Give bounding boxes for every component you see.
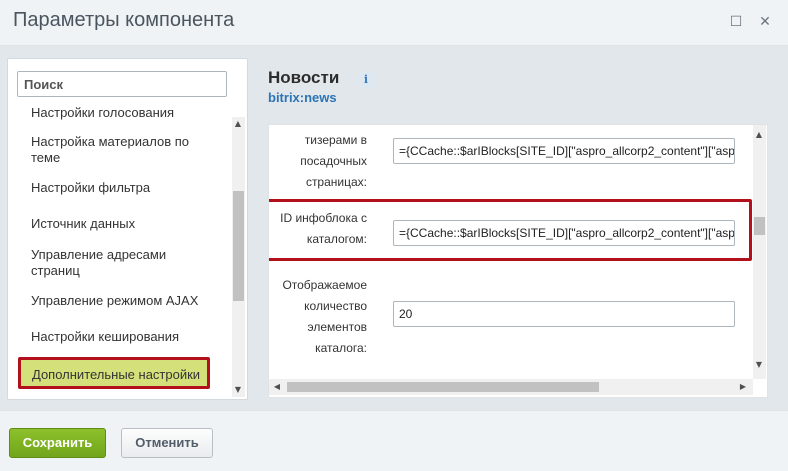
scroll-down-icon[interactable]: ▼: [232, 384, 244, 396]
sidebar-item-additional-settings[interactable]: Дополнительные настройки: [18, 357, 210, 389]
sidebar-scroll-thumb[interactable]: [233, 191, 244, 301]
close-icon[interactable]: ✕: [757, 14, 773, 30]
parameters-list: тизерами в посадочных страницах: ={CCach…: [268, 124, 768, 398]
params-scrollbar[interactable]: ▲ ▼: [753, 125, 766, 379]
scroll-up-icon[interactable]: ▲: [753, 129, 765, 141]
scroll-left-icon[interactable]: ◀: [271, 381, 283, 393]
params-horizontal-scrollbar[interactable]: ◀ ▶: [269, 379, 753, 395]
sidebar-item-related-materials[interactable]: Настройка материалов по теме: [31, 134, 211, 166]
component-title: Новости: [268, 68, 340, 87]
sidebar-item-caching[interactable]: Настройки кеширования: [31, 329, 211, 345]
param-label-catalog-iblock: ID инфоблока с каталогом:: [280, 211, 367, 246]
scroll-down-icon[interactable]: ▼: [753, 359, 765, 371]
sidebar-item-voting[interactable]: Настройки голосования: [31, 107, 211, 121]
search-input[interactable]: [17, 71, 227, 97]
params-scroll-thumb[interactable]: [754, 217, 765, 235]
param-input-catalog-count[interactable]: 20: [393, 301, 735, 327]
dialog-footer: Сохранить Отменить: [0, 410, 788, 471]
sidebar: Настройки голосования Настройка материал…: [7, 58, 248, 400]
sidebar-menu: Настройки голосования Настройка материал…: [8, 107, 230, 395]
cancel-button[interactable]: Отменить: [121, 428, 213, 458]
param-input-teasers[interactable]: ={CCache::$arIBlocks[SITE_ID]["aspro_all…: [393, 138, 735, 164]
sidebar-item-page-addresses[interactable]: Управление адресами страниц: [31, 247, 211, 279]
scroll-up-icon[interactable]: ▲: [232, 118, 244, 130]
scroll-right-icon[interactable]: ▶: [737, 381, 749, 393]
info-icon[interactable]: i: [357, 71, 375, 89]
maximize-icon[interactable]: ☐: [728, 14, 744, 30]
sidebar-item-data-source[interactable]: Источник данных: [31, 216, 211, 232]
param-label-catalog-count: Отображаемое количество элементов катало…: [282, 278, 367, 355]
param-label-teasers: тизерами в посадочных страницах:: [300, 133, 367, 189]
params-hscroll-thumb[interactable]: [287, 382, 599, 392]
param-input-catalog-iblock[interactable]: ={CCache::$arIBlocks[SITE_ID]["aspro_all…: [393, 220, 735, 246]
save-button[interactable]: Сохранить: [9, 428, 106, 458]
sidebar-item-filter-settings[interactable]: Настройки фильтра: [31, 180, 211, 196]
sidebar-item-ajax-mode[interactable]: Управление режимом AJAX: [31, 293, 211, 309]
dialog-title: Параметры компонента: [13, 9, 235, 31]
title-bar: Параметры компонента ☐ ✕: [0, 0, 788, 46]
component-code: bitrix:news: [268, 90, 337, 105]
sidebar-scrollbar[interactable]: ▲ ▼: [232, 117, 245, 397]
main-panel: Новости i bitrix:news тизерами в посадоч…: [256, 46, 788, 406]
